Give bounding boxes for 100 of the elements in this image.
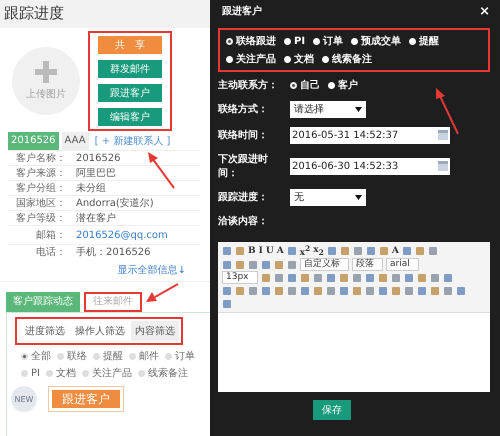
toolbar-button[interactable]: I — [258, 246, 263, 256]
arrow-annotation — [436, 88, 459, 134]
toolbar-select[interactable]: 自定义标 — [300, 258, 349, 271]
action-button[interactable]: 跟进客户 — [98, 84, 162, 102]
toolbar-select[interactable]: arial — [386, 258, 419, 271]
radio-button[interactable] — [21, 352, 28, 360]
toolbar-select[interactable]: 13px — [222, 271, 258, 284]
field-label: 联络时间： — [218, 128, 269, 142]
radio-button[interactable] — [284, 38, 291, 44]
radio-label: 文档 — [294, 52, 314, 66]
rich-text-editor[interactable]: B I U A x$^{2}$ x$_{2}$ A 自定义标 段落 arial 13px — [218, 242, 490, 392]
caret-icon — [355, 106, 362, 112]
toolbar-button[interactable]: B — [248, 246, 256, 256]
radio-label: 关注产品 — [236, 52, 276, 66]
radio-button[interactable] — [165, 352, 172, 360]
dialog-title: 跟进客户 — [222, 4, 262, 18]
toolbar-icon[interactable] — [414, 246, 425, 256]
toolbar-select[interactable]: 段落 — [352, 258, 383, 271]
action-button[interactable]: 编辑客户 — [98, 108, 162, 126]
new-badge: NEW — [11, 386, 37, 412]
action-button[interactable]: 群发邮件 — [98, 60, 162, 78]
radio-label: 文档 — [56, 366, 76, 380]
radio-button[interactable] — [129, 352, 136, 360]
toolbar-button[interactable]: A — [392, 246, 399, 256]
radio-label: 预成交单 — [361, 34, 402, 48]
toolbar-icon[interactable] — [340, 246, 350, 256]
radio-label: 客户 — [338, 78, 358, 92]
radio-button[interactable] — [351, 38, 358, 44]
radio-button[interactable] — [21, 370, 28, 376]
toolbar-button[interactable]: x$^{2}$ — [300, 244, 310, 258]
calendar-icon — [438, 130, 448, 140]
toolbar-icon[interactable] — [366, 246, 376, 256]
radio-label: 邮件 — [139, 350, 159, 363]
field-label: 主动联系方： — [218, 78, 279, 92]
toolbar-icon[interactable] — [428, 246, 438, 256]
new-contact-link[interactable]: [ + 新建联系人 ] — [94, 134, 170, 148]
toolbar-button[interactable]: x$_{2}$ — [313, 245, 324, 257]
radio-label: 提醒 — [419, 34, 440, 48]
field-label: 邮箱： — [35, 228, 66, 242]
close-button[interactable]: × — [479, 4, 490, 18]
toolbar-icon[interactable] — [352, 246, 363, 256]
arrow-annotation — [146, 283, 178, 302]
radio-label: 提醒 — [103, 350, 123, 363]
select-field[interactable]: 请选择 — [290, 100, 366, 118]
field-label: 客户名称： — [15, 152, 66, 165]
radio-button[interactable] — [409, 38, 416, 44]
calendar-icon — [438, 161, 448, 171]
filter-tab[interactable]: 操作人筛选 — [71, 321, 129, 341]
field-value: 阿里巴巴 — [76, 167, 116, 180]
toolbar-icon[interactable] — [402, 246, 412, 256]
radio-button[interactable] — [290, 82, 297, 88]
radio-button[interactable] — [57, 352, 64, 360]
filter-tab[interactable]: 内容筛选 — [131, 321, 179, 341]
field-value: 未分组 — [76, 182, 106, 195]
radio-label: 自己 — [300, 78, 320, 92]
radio-button[interactable] — [46, 370, 53, 376]
toolbar-icon[interactable] — [378, 246, 389, 256]
toolbar-icon[interactable] — [286, 246, 297, 256]
show-all-link[interactable]: 显示全部信息↓ — [118, 263, 186, 277]
radio-button[interactable] — [313, 38, 320, 44]
radio-label: 线索备注 — [332, 52, 372, 66]
radio-label: PI — [31, 368, 40, 378]
field-label: 联络方式： — [218, 102, 269, 116]
field-label: 下次跟进时间： — [218, 152, 269, 180]
radio-button[interactable] — [93, 352, 100, 360]
field-label: 跟踪进度： — [218, 190, 269, 204]
field-label: 客户等级： — [15, 212, 66, 225]
radio-label: 全部 — [31, 350, 51, 363]
toolbar-button[interactable]: A — [276, 246, 284, 256]
caret-icon — [355, 194, 362, 200]
contact-tab[interactable]: AAA — [62, 132, 89, 150]
radio-button[interactable] — [226, 38, 233, 44]
date-field[interactable]: 2016-05-31 14:52:37 — [290, 126, 450, 144]
radio-label: 联络跟进 — [236, 34, 276, 48]
field-value: 手机：2016526 — [76, 246, 151, 259]
radio-label: 线索备注 — [148, 366, 188, 380]
field-value: Andorra(安道尔) — [76, 196, 154, 210]
field-value[interactable]: 2016526@qq.com — [76, 230, 168, 240]
radio-label: 关注产品 — [92, 366, 132, 380]
radio-button[interactable] — [284, 56, 291, 62]
radio-button[interactable] — [322, 56, 329, 62]
radio-button[interactable] — [82, 370, 89, 376]
radio-label: 联络 — [67, 350, 87, 363]
radio-button[interactable] — [226, 56, 233, 62]
field-value: 2016526 — [76, 152, 121, 164]
radio-label: 订单 — [175, 350, 195, 363]
toolbar-icon[interactable] — [326, 246, 337, 256]
radio-button[interactable] — [138, 370, 145, 376]
arrow-annotation — [148, 152, 175, 189]
field-label: 电话： — [35, 246, 66, 259]
select-field[interactable]: 无 — [290, 188, 366, 206]
plus-icon — [35, 61, 57, 83]
toolbar-button[interactable]: U — [266, 246, 274, 256]
field-label: 客户分组： — [15, 182, 66, 195]
radio-button[interactable] — [328, 82, 335, 88]
radio-label: 订单 — [323, 34, 344, 48]
save-button[interactable]: 保存 — [313, 400, 351, 420]
date-field[interactable]: 2016-06-30 14:52:33 — [290, 158, 450, 174]
filter-tab[interactable]: 进度筛选 — [21, 321, 69, 341]
page-title: 跟踪进度 — [0, 0, 210, 28]
